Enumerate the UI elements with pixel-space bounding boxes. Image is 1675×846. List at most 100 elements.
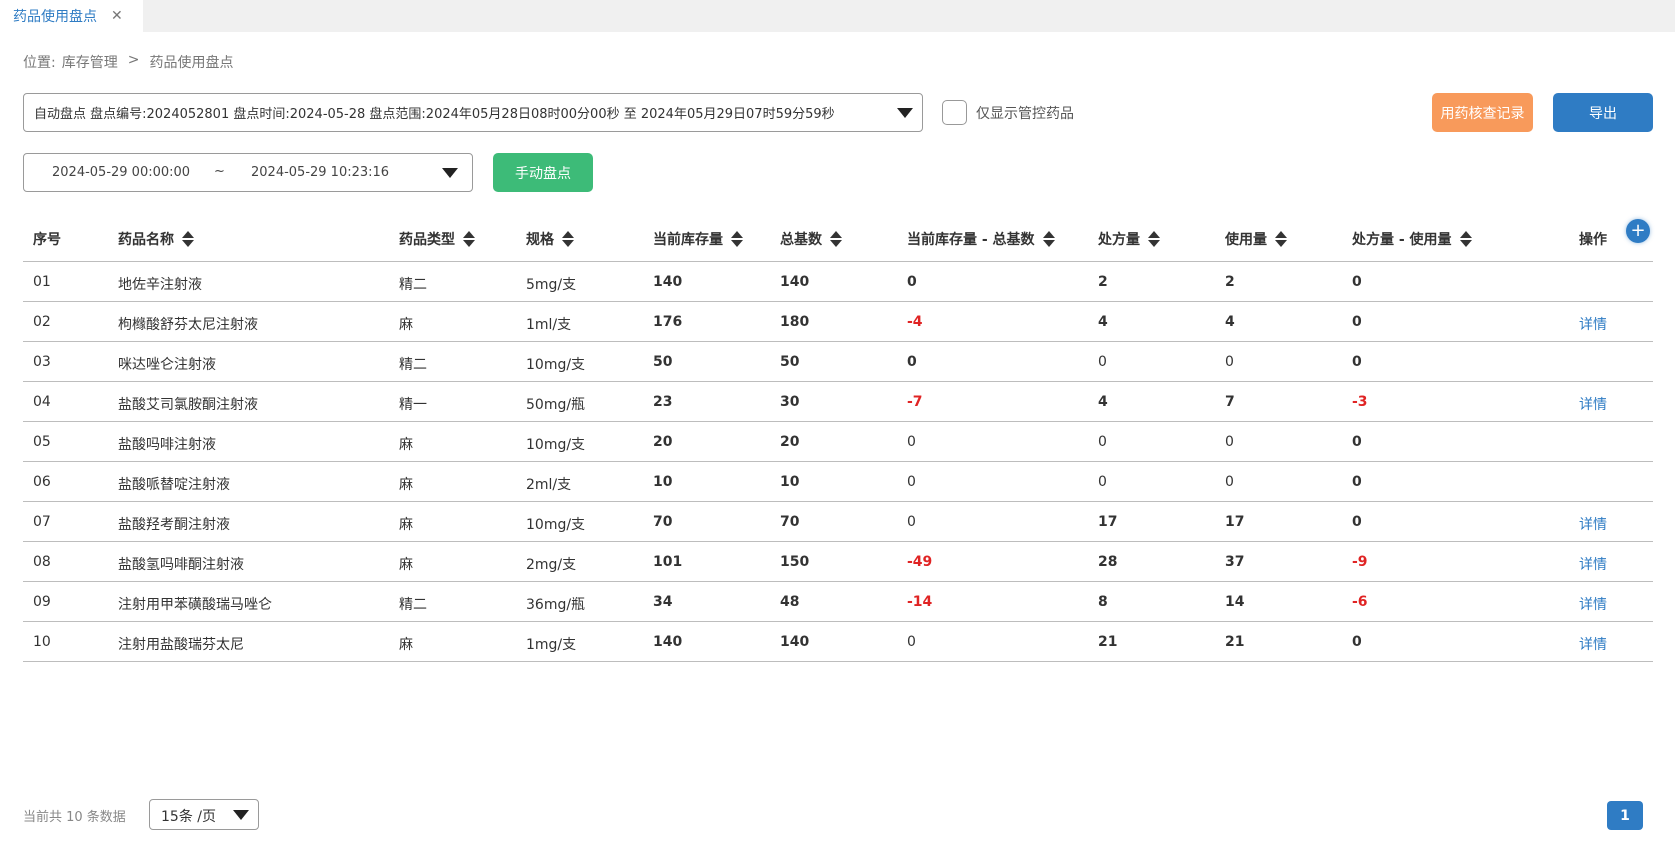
cell-no: 10 (33, 634, 51, 650)
cell-stock-minus-base: -4 (907, 314, 923, 330)
cell-stock-minus-base: 0 (907, 514, 916, 530)
col-header-spec[interactable]: 规格 (526, 229, 574, 249)
check-record-button[interactable]: 用药核查记录 (1432, 93, 1533, 132)
cell-stock-minus-base: 0 (907, 434, 916, 450)
cell-rx-minus-used: -3 (1352, 394, 1368, 410)
cell-used: 7 (1225, 394, 1235, 410)
col-header-name[interactable]: 药品名称 (118, 229, 194, 249)
cell-stock-minus-base: -49 (907, 554, 933, 570)
cell-drug-type: 麻 (399, 517, 413, 533)
col-header-no: 序号 (33, 232, 61, 248)
cell-drug-name: 地佐辛注射液 (118, 277, 202, 293)
cell-no: 04 (33, 394, 51, 410)
cell-stock: 34 (653, 594, 673, 610)
col-header-rx-minus-used[interactable]: 处方量 - 使用量 (1352, 229, 1472, 249)
cell-no: 09 (33, 594, 51, 610)
cell-rx: 2 (1098, 274, 1108, 290)
detail-link[interactable]: 详情 (1579, 554, 1607, 574)
cell-stock: 140 (653, 274, 683, 290)
cell-rx-minus-used: 0 (1352, 474, 1362, 490)
col-header-used[interactable]: 使用量 (1225, 229, 1287, 249)
cell-drug-type: 麻 (399, 477, 413, 493)
cell-stock-minus-base: 0 (907, 474, 916, 490)
page-size-value: 15条 /页 (161, 809, 216, 825)
sort-icon[interactable] (731, 231, 743, 247)
sort-icon[interactable] (1275, 231, 1287, 247)
table-header: 序号 药品名称 药品类型 规格 当前库存量 总基数 当前库存量 - 总基数 处方… (23, 212, 1653, 262)
cell-drug-type: 麻 (399, 437, 413, 453)
cell-drug-name: 盐酸吗啡注射液 (118, 437, 216, 453)
cell-no: 01 (33, 274, 51, 290)
cell-spec: 1mg/支 (526, 637, 577, 653)
sort-icon[interactable] (182, 231, 194, 247)
cell-rx: 0 (1098, 474, 1107, 490)
cell-stock: 23 (653, 394, 673, 410)
cell-stock-minus-base: -14 (907, 594, 933, 610)
cell-base: 48 (780, 594, 800, 610)
breadcrumb-parent[interactable]: 库存管理 (62, 52, 118, 72)
inventory-plan-select[interactable]: 自动盘点 盘点编号:2024052801 盘点时间:2024-05-28 盘点范… (23, 93, 923, 132)
date-end: 2024-05-29 10:23:16 (251, 165, 390, 180)
cell-base: 150 (780, 554, 810, 570)
cell-rx-minus-used: 0 (1352, 514, 1362, 530)
date-separator: ~ (214, 164, 225, 179)
cell-no: 07 (33, 514, 51, 530)
page-size-select[interactable]: 15条 /页 (149, 799, 259, 830)
cell-drug-name: 枸橼酸舒芬太尼注射液 (118, 317, 258, 333)
cell-drug-name: 盐酸哌替啶注射液 (118, 477, 230, 493)
cell-stock: 70 (653, 514, 673, 530)
page-button-current[interactable]: 1 (1607, 801, 1643, 830)
cell-stock: 10 (653, 474, 673, 490)
cell-stock: 50 (653, 354, 673, 370)
col-header-stock[interactable]: 当前库存量 (653, 229, 743, 249)
col-header-type[interactable]: 药品类型 (399, 229, 475, 249)
cell-stock-minus-base: -7 (907, 394, 923, 410)
manual-inventory-button[interactable]: 手动盘点 (493, 153, 593, 192)
cell-no: 02 (33, 314, 51, 330)
detail-link[interactable]: 详情 (1579, 314, 1607, 334)
total-count: 当前共 10 条数据 (23, 810, 126, 825)
cell-spec: 2mg/支 (526, 557, 577, 573)
export-button[interactable]: 导出 (1553, 93, 1653, 132)
table-row: 10 注射用盐酸瑞芬太尼 麻 1mg/支 140 140 0 21 21 0 详情 (23, 622, 1653, 662)
cell-no: 05 (33, 434, 51, 450)
col-header-base[interactable]: 总基数 (780, 229, 842, 249)
detail-link[interactable]: 详情 (1579, 634, 1607, 654)
sort-icon[interactable] (830, 231, 842, 247)
detail-link[interactable]: 详情 (1579, 594, 1607, 614)
table-row: 01 地佐辛注射液 精二 5mg/支 140 140 0 2 2 0 (23, 262, 1653, 302)
sort-icon[interactable] (1148, 231, 1160, 247)
cell-spec: 10mg/支 (526, 357, 586, 373)
table-body: 01 地佐辛注射液 精二 5mg/支 140 140 0 2 2 0 02 枸橼酸舒芬太尼注射液麻 1m… (23, 262, 1653, 662)
cell-used: 0 (1225, 474, 1234, 490)
cell-drug-name: 注射用盐酸瑞芬太尼 (118, 637, 244, 653)
cell-spec: 1ml/支 (526, 317, 572, 333)
cell-drug-name: 盐酸羟考酮注射液 (118, 517, 230, 533)
cell-stock: 20 (653, 434, 673, 450)
detail-link[interactable]: 详情 (1579, 514, 1607, 534)
col-header-stock-minus-base[interactable]: 当前库存量 - 总基数 (907, 229, 1055, 249)
table-row: 02 枸橼酸舒芬太尼注射液 麻 1ml/支 176 180 -4 4 4 0 详情 (23, 302, 1653, 342)
detail-link[interactable]: 详情 (1579, 394, 1607, 414)
close-icon[interactable]: ✕ (111, 8, 123, 24)
tab-drug-inventory[interactable]: 药品使用盘点 ✕ (0, 0, 143, 32)
cell-drug-name: 注射用甲苯磺酸瑞马唑仑 (118, 597, 272, 613)
cell-stock-minus-base: 0 (907, 274, 917, 290)
col-header-action: 操作 (1579, 232, 1607, 248)
tab-bar: 药品使用盘点 ✕ (0, 0, 1675, 32)
sort-icon[interactable] (463, 231, 475, 247)
date-range-picker[interactable]: 2024-05-29 00:00:00 ~ 2024-05-29 10:23:1… (23, 153, 473, 192)
cell-stock-minus-base: 0 (907, 634, 916, 650)
col-header-rx[interactable]: 处方量 (1098, 229, 1160, 249)
cell-spec: 36mg/瓶 (526, 597, 586, 613)
sort-icon[interactable] (562, 231, 574, 247)
add-column-icon[interactable]: + (1626, 219, 1650, 243)
table-row: 07 盐酸羟考酮注射液 麻 10mg/支 70 70 0 17 17 0 详情 (23, 502, 1653, 542)
sort-icon[interactable] (1042, 231, 1055, 247)
cell-used: 37 (1225, 554, 1245, 570)
controlled-only-label: 仅显示管控药品 (976, 106, 1074, 122)
sort-icon[interactable] (1459, 231, 1472, 247)
controlled-only-checkbox[interactable] (942, 100, 967, 125)
cell-drug-name: 咪达唑仑注射液 (118, 357, 216, 373)
cell-base: 140 (780, 634, 810, 650)
